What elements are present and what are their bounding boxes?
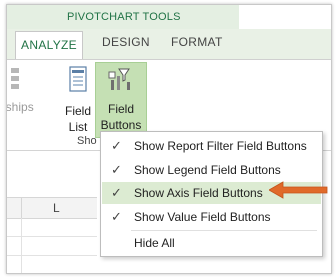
field-list-icon xyxy=(69,66,87,92)
field-list-label-line1: Field xyxy=(64,104,91,118)
field-list-label: Field List xyxy=(61,103,95,135)
annotation-arrow-icon xyxy=(269,181,328,199)
relationships-label: nships xyxy=(6,100,34,114)
excel-window: PIVOTCHART TOOLS ANALYZE DESIGN FORMAT n… xyxy=(6,4,332,274)
checkmark-icon: ✓ xyxy=(111,209,122,224)
column-header-l[interactable]: L xyxy=(53,201,60,215)
show-hide-group-label: Sho xyxy=(77,135,97,147)
contextual-tab-header: PIVOTCHART TOOLS xyxy=(7,5,331,29)
column-divider xyxy=(21,198,22,218)
menu-separator xyxy=(131,230,317,231)
context-title: PIVOTCHART TOOLS xyxy=(67,11,181,23)
checkmark-icon: ✓ xyxy=(111,162,122,177)
column-header-row: L xyxy=(7,197,97,219)
tab-analyze[interactable]: ANALYZE xyxy=(15,31,83,59)
tab-format[interactable]: FORMAT xyxy=(171,35,223,49)
field-buttons-icon xyxy=(108,68,130,90)
menu-item-show-value[interactable]: ✓ Show Value Field Buttons xyxy=(102,206,321,228)
gridline xyxy=(7,236,97,237)
gridline xyxy=(7,255,97,256)
menu-item-hide-all[interactable]: Hide All xyxy=(102,232,321,254)
field-list-label-line2: List xyxy=(68,120,88,134)
field-list-button[interactable]: Field List xyxy=(61,64,95,136)
field-buttons-label-line1: Field xyxy=(107,102,134,116)
checkmark-icon: ✓ xyxy=(111,185,122,200)
menu-item-label: Show Axis Field Buttons xyxy=(134,186,263,200)
menu-item-label: Show Report Filter Field Buttons xyxy=(134,139,307,153)
menu-item-label: Show Legend Field Buttons xyxy=(134,163,281,177)
ribbon-tabs: ANALYZE DESIGN FORMAT xyxy=(7,29,331,60)
tab-design[interactable]: DESIGN xyxy=(102,35,150,49)
relationships-icon[interactable] xyxy=(7,66,23,92)
menu-item-label: Show Value Field Buttons xyxy=(134,210,271,224)
menu-item-label: Hide All xyxy=(134,236,175,250)
gridline xyxy=(21,218,22,273)
menu-item-show-legend[interactable]: ✓ Show Legend Field Buttons xyxy=(102,159,321,181)
checkmark-icon: ✓ xyxy=(111,138,122,153)
field-buttons-button[interactable]: Field Buttons ▾ xyxy=(95,62,147,148)
menu-item-show-report-filter[interactable]: ✓ Show Report Filter Field Buttons xyxy=(102,135,321,157)
